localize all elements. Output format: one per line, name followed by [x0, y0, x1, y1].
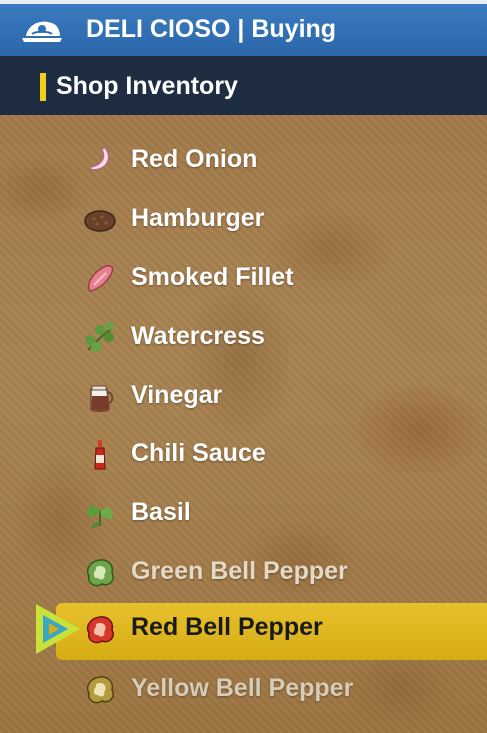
green-bell-pepper-icon: [86, 559, 114, 587]
item-label: Smoked Fillet: [131, 263, 294, 291]
red-onion-icon: [89, 147, 110, 171]
item-label: Hamburger: [131, 204, 265, 232]
chili-sauce-bottle-icon: [94, 440, 106, 470]
watercress-icon: [85, 322, 114, 352]
item-label: Chili Sauce: [131, 439, 266, 467]
list-item-smoked-fillet[interactable]: Smoked Fillet: [0, 254, 487, 304]
list-item-basil[interactable]: Basil: [0, 489, 487, 539]
list-item-watercress[interactable]: Watercress: [0, 313, 487, 363]
yellow-bell-pepper-icon: [86, 676, 114, 704]
item-label: Green Bell Pepper: [131, 557, 348, 585]
item-label: Basil: [131, 498, 191, 526]
item-label: Watercress: [131, 322, 265, 350]
list-item-vinegar[interactable]: Vinegar: [0, 372, 487, 422]
item-label: Yellow Bell Pepper: [131, 674, 354, 702]
item-label: Red Onion: [131, 145, 258, 173]
red-bell-pepper-icon: [86, 616, 114, 644]
item-label: Red Bell Pepper: [131, 613, 323, 641]
basil-leaf-icon: [86, 505, 114, 528]
list-item-red-onion[interactable]: Red Onion: [0, 136, 487, 186]
hamburger-patty-icon: [84, 210, 116, 232]
list-item-yellow-bell-pepper[interactable]: Yellow Bell Pepper: [0, 665, 487, 715]
smoked-fillet-icon: [88, 265, 114, 292]
selection-cursor-icon: [36, 604, 80, 654]
list-item-green-bell-pepper[interactable]: Green Bell Pepper: [0, 548, 487, 598]
vinegar-jug-icon: [90, 385, 114, 412]
list-item-hamburger[interactable]: Hamburger: [0, 195, 487, 245]
list-item-chili-sauce[interactable]: Chili Sauce: [0, 430, 487, 480]
item-label: Vinegar: [131, 381, 223, 409]
